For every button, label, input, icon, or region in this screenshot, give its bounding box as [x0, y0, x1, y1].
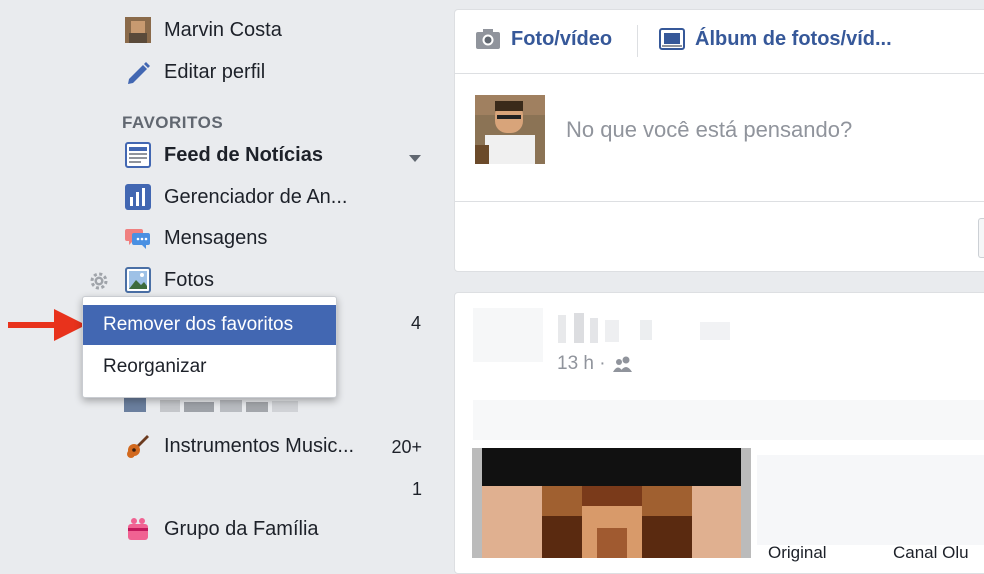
messages-icon: [124, 224, 152, 252]
item-count: 1: [411, 479, 422, 499]
music-instruments-label[interactable]: Instrumentos Music...: [164, 435, 354, 458]
composer-partial-button[interactable]: [978, 218, 984, 258]
remove-from-favorites-item[interactable]: Remover dos favoritos: [83, 305, 336, 345]
gear-icon[interactable]: [88, 270, 110, 297]
photo-video-label[interactable]: Foto/vídeo: [511, 28, 612, 51]
album-icon: [659, 27, 685, 51]
reorganize-item[interactable]: Reorganizar: [83, 347, 336, 387]
tab-divider: [637, 25, 638, 57]
favorites-context-menu: Remover dos favoritos Reorganizar: [82, 296, 337, 398]
pixelated-shared-image[interactable]: [472, 448, 751, 558]
photos-label[interactable]: Fotos: [164, 269, 214, 292]
news-feed-icon: [124, 141, 152, 169]
sidebar-item-photos[interactable]: Fotos: [124, 265, 214, 295]
camera-icon: [475, 27, 501, 51]
sidebar-item-music-instruments[interactable]: Instrumentos Music...: [124, 431, 354, 461]
composer-footer-divider: [455, 201, 984, 202]
status-input-placeholder[interactable]: No que você está pensando?: [566, 117, 852, 143]
profile-avatar: [124, 16, 152, 44]
ads-manager-icon: [124, 183, 152, 211]
composer-avatar: [475, 95, 545, 164]
item-count: 4: [410, 313, 421, 333]
friends-audience-icon[interactable]: [612, 355, 634, 373]
ads-manager-label[interactable]: Gerenciador de An...: [164, 186, 347, 209]
sidebar-item-profile[interactable]: Marvin Costa: [124, 15, 282, 45]
favorites-section-title: FAVORITOS: [122, 113, 224, 132]
chevron-down-icon[interactable]: [408, 151, 422, 169]
blurred-link-preview: [757, 455, 984, 545]
post-meta: 13 h ·: [557, 353, 634, 375]
messages-label[interactable]: Mensagens: [164, 227, 267, 250]
sidebar-item-edit-profile[interactable]: Editar perfil: [124, 57, 265, 87]
family-group-label[interactable]: Grupo da Família: [164, 518, 319, 541]
guitar-icon: [124, 432, 152, 460]
news-feed-label[interactable]: Feed de Notícias: [164, 144, 323, 167]
partial-link-title[interactable]: Original: [768, 543, 827, 563]
group-icon: [124, 515, 152, 543]
photo-album-tab[interactable]: Álbum de fotos/víd...: [659, 27, 892, 51]
profile-name[interactable]: Marvin Costa: [164, 19, 282, 42]
photos-icon: [124, 266, 152, 294]
sidebar-item-ads-manager[interactable]: Gerenciador de An...: [124, 182, 347, 212]
photo-video-tab[interactable]: Foto/vídeo: [475, 27, 612, 51]
blurred-post-text: [473, 400, 984, 440]
composer-divider: [455, 73, 984, 74]
pencil-icon: [124, 58, 152, 86]
sidebar-item-messages[interactable]: Mensagens: [124, 223, 267, 253]
item-count-20plus: 20+: [391, 437, 422, 457]
sidebar-item-news-feed[interactable]: Feed de Notícias: [124, 140, 323, 170]
sidebar-item-family-group[interactable]: Grupo da Família: [124, 514, 319, 544]
partial-link-source[interactable]: Canal Olu: [893, 543, 969, 563]
red-arrow-annotation: [6, 307, 86, 348]
edit-profile-label[interactable]: Editar perfil: [164, 61, 265, 84]
photo-album-label[interactable]: Álbum de fotos/víd...: [695, 28, 892, 51]
post-time[interactable]: 13 h ·: [557, 353, 606, 375]
